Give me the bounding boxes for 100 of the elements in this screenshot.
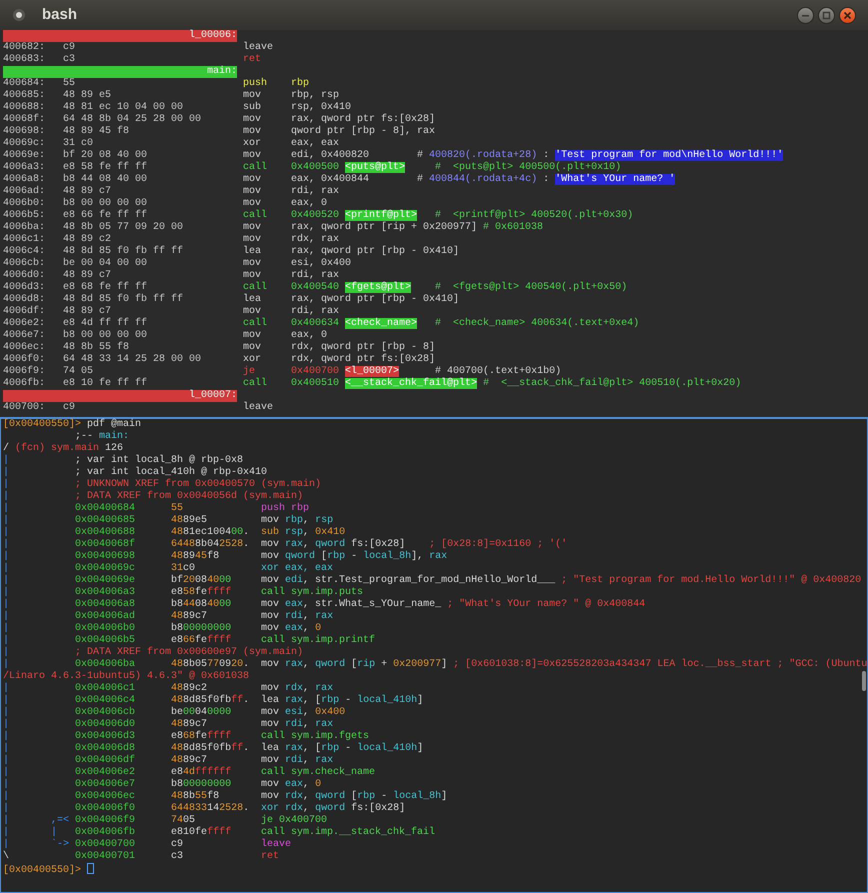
comment-line: ; var int local_8h @ rbp-0x8 (75, 455, 244, 466)
opcode-bytes: e8 66 fe ff ff (63, 210, 148, 222)
opcode-bytes: 644833142528. (171, 803, 250, 815)
flow-gutter: | (3, 467, 10, 478)
command-line: [0x00400550]> pdf @main (3, 419, 142, 430)
opcode-bytes: be00040000 (171, 707, 232, 719)
maximize-button[interactable] (818, 6, 835, 24)
address: 4006ad: (3, 186, 46, 198)
instruction: lea rax, [rbp - local_410h] (261, 695, 424, 706)
opcode-bytes: 64 48 33 14 25 28 00 00 (63, 354, 202, 366)
address: 0x004006fb (75, 827, 136, 839)
minimize-button[interactable] (797, 6, 814, 24)
instruction: leave (261, 839, 292, 851)
opcode-bytes: 4889e5 (171, 515, 208, 527)
address: 4006d0: (3, 270, 46, 282)
mnemonic: sub (243, 102, 262, 114)
flow-gutter: | (3, 515, 10, 526)
address: 0x004006b0 (75, 623, 136, 634)
instruction: lea rax, [rbp - local_410h] (261, 743, 424, 754)
mnemonic: mov (243, 342, 262, 354)
mnemonic: mov (243, 306, 262, 318)
address: 0x00400688 (75, 527, 136, 538)
operands: rax, qword ptr [rbp - 0x410] (291, 246, 460, 258)
opcode-bytes: c9 (171, 839, 184, 851)
opcode-bytes: e810feffff (171, 827, 232, 839)
instruction: ret (261, 851, 280, 863)
operands: 0x400634 <check_name> # <check_name> 400634(.text+0xe4) (291, 318, 640, 330)
instruction: mov rax, qword [rip + 0x200977] ; [0x601038:8]=0x625528203a434347 LEA loc.__bss_start ; "GCC: (Ubuntu (261, 659, 868, 671)
address: 4006e2: (3, 318, 46, 330)
mnemonic: mov (243, 90, 262, 102)
scrollbar-thumb[interactable] (862, 671, 866, 691)
opcode-bytes: e866feffff (171, 635, 232, 647)
mnemonic: lea (243, 294, 262, 306)
mnemonic: mov (243, 186, 262, 198)
address: 0x004006d8 (75, 743, 136, 754)
address: 0x004006e7 (75, 779, 136, 791)
operands: rbp (291, 78, 310, 90)
flow-gutter: | (3, 635, 10, 646)
opcode-bytes: 488d85f0fbff. (171, 695, 250, 706)
operands: eax, 0x400844 # 400844(.rodata+4c) : 'What's YOur name? ' (291, 174, 676, 186)
address: 0x004006a8 (75, 599, 136, 610)
opcode-bytes: c9 (63, 42, 76, 54)
mnemonic: xor (243, 138, 262, 150)
address: 0x004006e2 (75, 767, 136, 779)
operands: qword ptr [rbp - 8], rax (291, 126, 436, 138)
address: 0x0040068f (75, 539, 136, 551)
address: 4006f0: (3, 354, 46, 366)
mnemonic: call (243, 210, 268, 222)
address: 0x00400700 (75, 839, 136, 851)
opcode-bytes: 48 8d 85 f0 fb ff ff (63, 246, 184, 258)
flow-gutter: | (3, 599, 10, 610)
address: 0x004006ba (75, 659, 136, 670)
instruction: mov rdx, qword [rbp - local_8h] (261, 791, 448, 802)
operands: rax, qword ptr fs:[0x28] (291, 114, 436, 126)
opcode-bytes: e84dffffff (171, 767, 232, 778)
instruction: call sym.imp.__stack_chk_fail (261, 827, 436, 838)
address: 4006d8: (3, 294, 46, 306)
opcode-bytes: be 00 04 00 00 (63, 258, 148, 270)
address: 4006d3: (3, 282, 46, 294)
operands: 0x400540 <fgets@plt> # <fgets@plt> 400540(.plt+0x50) (291, 282, 628, 294)
instruction: je 0x400700 (261, 815, 328, 826)
opcode-bytes: 4881ec100400. (171, 527, 250, 538)
address: 4006e7: (3, 330, 46, 342)
terminal-line: / (fcn) sym.main 126 (3, 443, 124, 454)
opcode-bytes: 55 (171, 503, 184, 515)
flow-gutter: | (3, 731, 10, 742)
operands: edi, 0x400820 # 400820(.rodata+28) : 'Test program for mod\nHello World!!!' (291, 150, 784, 162)
address: 0x004006b5 (75, 635, 136, 647)
instruction: mov rdx, rax (261, 683, 334, 694)
opcode-bytes: bf 20 08 40 00 (63, 150, 148, 162)
address: 4006b0: (3, 198, 46, 210)
opcode-bytes: e8 4d ff ff ff (63, 318, 148, 330)
window-title: bash (42, 4, 78, 25)
close-button[interactable] (839, 6, 856, 24)
address: 4006c4: (3, 246, 46, 258)
opcode-bytes: c3 (171, 851, 184, 863)
opcode-bytes: 48 89 c7 (63, 306, 112, 318)
mnemonic: mov (243, 270, 262, 282)
comment-line: ; var int local_410h @ rbp-0x410 (75, 467, 268, 478)
instruction: mov rdi, rax (261, 611, 334, 623)
address: 0x004006df (75, 755, 136, 767)
address: 0x004006d3 (75, 731, 136, 742)
opcode-bytes: 488b55f8 (171, 791, 220, 803)
flow-gutter: | (3, 551, 10, 562)
operands: 0x400500 <puts@plt> # <puts@plt> 400500(.plt+0x10) (291, 162, 622, 174)
operands: eax, 0 (291, 330, 328, 342)
opcode-bytes: b844084000 (171, 599, 232, 611)
mnemonic: je (243, 366, 256, 378)
close-icon (843, 10, 852, 20)
address: 4006ec: (3, 342, 46, 354)
flow-gutter: | (3, 587, 10, 598)
address: 0x004006cb (75, 707, 136, 718)
address: 0x0040069c (75, 563, 136, 575)
operands: rax, qword ptr [rip + 0x200977] # 0x601038 (291, 222, 544, 234)
flow-gutter: | (3, 767, 10, 778)
flow-gutter: | (3, 743, 10, 754)
opcode-bytes: 48 8d 85 f0 fb ff ff (63, 294, 184, 306)
instruction: mov edi, str.Test_program_for_mod_nHello_World___ ; "Test program for mod.Hello World!!!" @ 0x400820 (261, 575, 862, 586)
address: 0x00400685 (75, 515, 136, 527)
opcode-bytes: c3 (63, 54, 76, 66)
